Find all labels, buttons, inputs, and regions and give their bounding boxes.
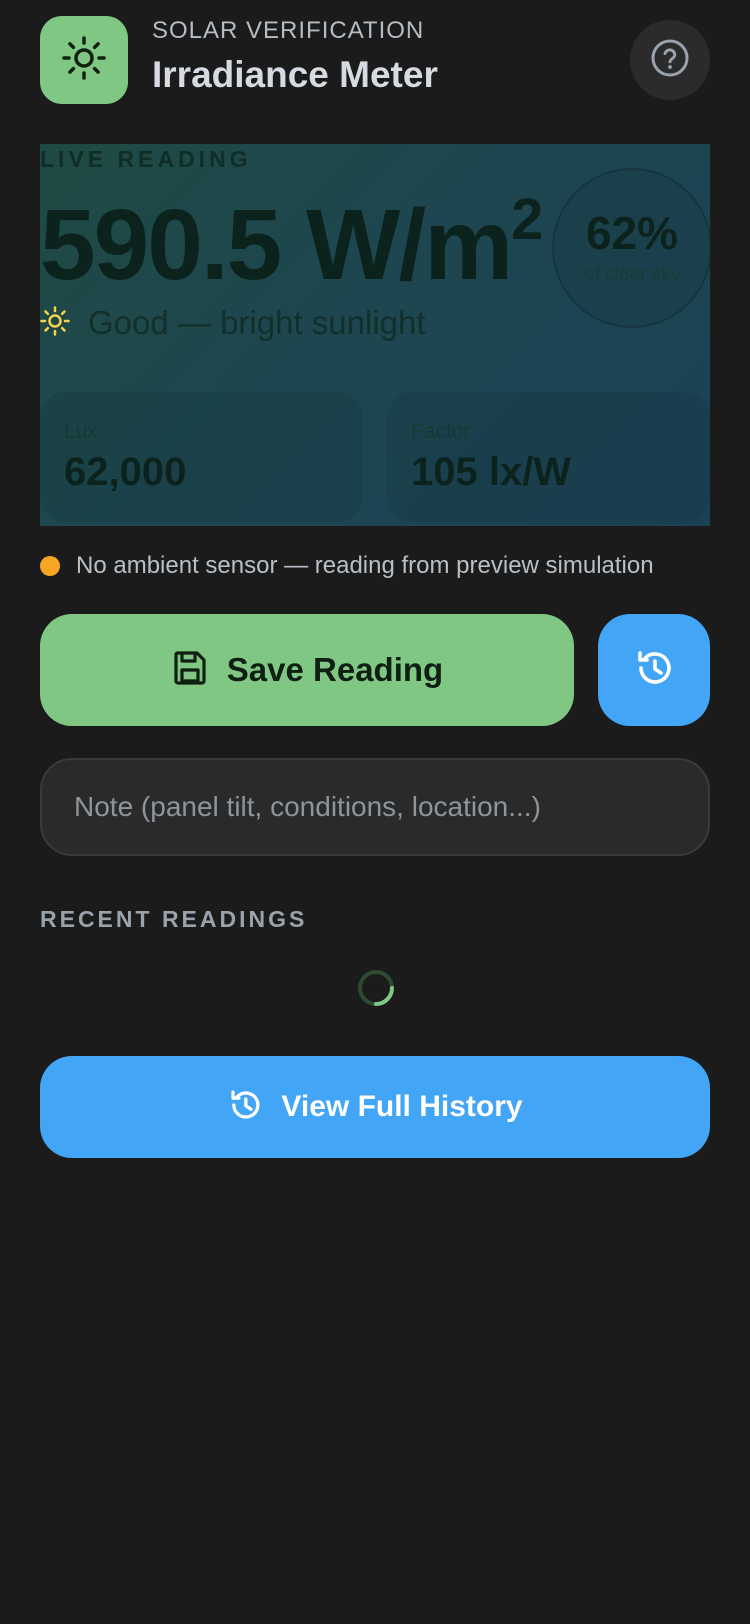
condition-row: Good — bright sunlight bbox=[40, 304, 426, 342]
help-circle-icon bbox=[650, 38, 690, 83]
clear-sky-caption: of clear sky bbox=[583, 264, 681, 285]
live-reading-label: LIVE READING bbox=[40, 146, 252, 172]
sun-icon bbox=[62, 35, 106, 85]
history-icon bbox=[227, 1087, 263, 1128]
lux-label: Lux bbox=[64, 420, 98, 443]
live-reading-card: LIVE READING 590.5 W/m2 62% of clear sky bbox=[40, 144, 710, 526]
clear-sky-percent: 62% bbox=[585, 207, 679, 259]
clear-sky-percent-ring: 62% of clear sky bbox=[552, 168, 710, 328]
sensor-notice: No ambient sensor — reading from preview… bbox=[40, 552, 654, 580]
irradiance-value: 590.5 W/m2 bbox=[40, 186, 543, 303]
irradiance-meter-screen: SOLAR VERIFICATION Irradiance Meter LIVE… bbox=[0, 0, 750, 1624]
factor-value: 105 lx/W bbox=[411, 450, 572, 494]
irradiance-number: 590.5 W/m bbox=[40, 189, 513, 301]
app-logo bbox=[40, 16, 128, 104]
loading-spinner bbox=[356, 968, 396, 1008]
note-input[interactable] bbox=[40, 758, 710, 856]
save-reading-label: Save Reading bbox=[226, 651, 444, 688]
sensor-notice-text: No ambient sensor — reading from preview… bbox=[76, 552, 654, 579]
recent-readings-title: RECENT READINGS bbox=[40, 906, 308, 932]
warning-dot bbox=[40, 556, 60, 576]
page-title: Irradiance Meter bbox=[152, 54, 438, 95]
sun-icon bbox=[40, 305, 70, 341]
unit-superscript: 2 bbox=[511, 186, 543, 252]
floppy-disk-icon bbox=[171, 649, 209, 692]
save-reading-button[interactable]: Save Reading bbox=[40, 614, 574, 726]
history-icon bbox=[633, 647, 675, 694]
lux-value: 62,000 bbox=[64, 450, 187, 494]
factor-label: Factor bbox=[411, 420, 471, 443]
help-button[interactable] bbox=[630, 20, 710, 100]
history-button[interactable] bbox=[598, 614, 710, 726]
view-full-history-button[interactable]: View Full History bbox=[40, 1056, 710, 1158]
lux-stat: Lux 62,000 bbox=[40, 392, 363, 522]
factor-stat: Factor 105 lx/W bbox=[387, 392, 710, 522]
app-kicker: SOLAR VERIFICATION bbox=[152, 17, 425, 44]
condition-text: Good — bright sunlight bbox=[88, 304, 426, 341]
view-full-history-label: View Full History bbox=[281, 1090, 523, 1123]
